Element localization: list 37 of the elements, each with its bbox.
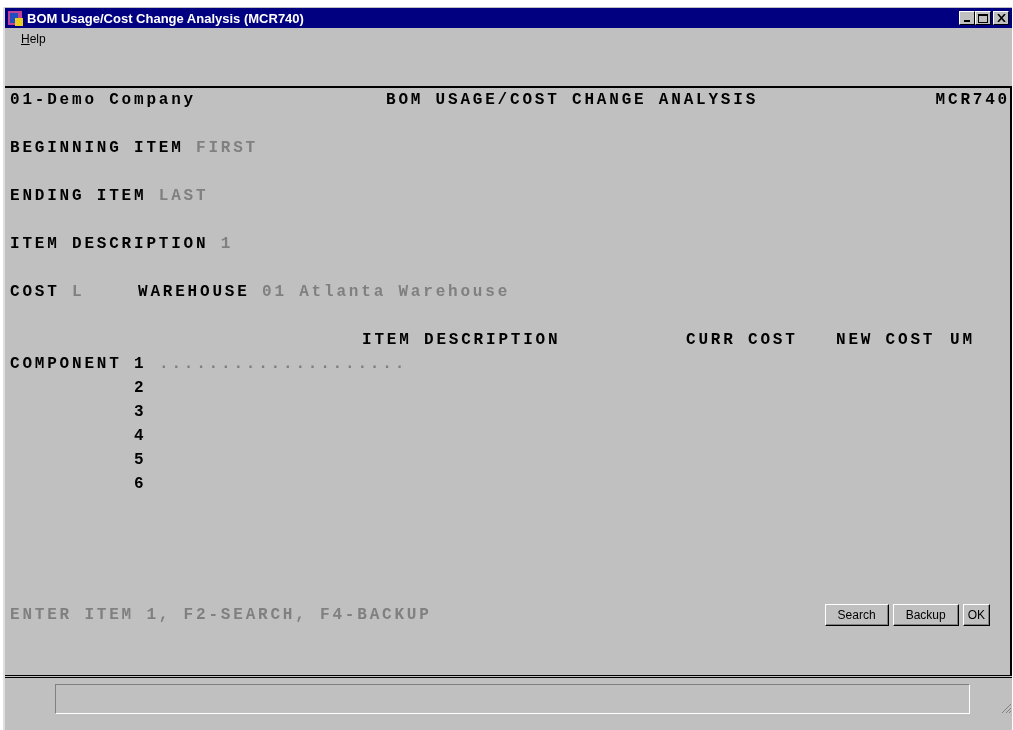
action-button[interactable]: Backup [892,604,959,626]
field-label: COST [10,283,60,301]
field-value: 1 [220,235,234,253]
window-title: BOM Usage/Cost Change Analysis (MCR740) [27,10,305,26]
app-icon [7,10,24,26]
column-header: UM [950,331,976,349]
resize-grip-icon[interactable] [1000,702,1012,714]
close-icon [996,14,1006,22]
menu-item[interactable]: Help [15,32,52,46]
line-number: 2 [134,379,148,397]
field-value: 01 Atlanta Warehouse [262,283,511,301]
field-label: WAREHOUSE [138,283,250,301]
maximize-button[interactable] [975,11,991,25]
column-header: ITEM DESCRIPTION [362,331,562,349]
field-label: BEGINNING ITEM [10,139,184,157]
prompt-message: ENTER ITEM 1, F2-SEARCH, F4-BACKUP [10,606,432,624]
line-number: 3 [134,403,148,421]
line-number: 1 [134,355,148,373]
action-button[interactable]: Search [824,604,889,626]
field-label: ENDING ITEM [10,187,147,205]
line-number: 4 [134,427,148,445]
company-name: 01-Demo Company [10,91,198,109]
field-label: ITEM DESCRIPTION [10,235,209,253]
screen-title: BOM USAGE/COST CHANGE ANALYSIS [386,91,760,109]
field-value: LAST [158,187,209,205]
ok-button[interactable]: OK [962,604,990,626]
close-button[interactable] [993,11,1009,25]
program-code: MCR740 [935,91,1010,109]
field-value: L [72,283,85,301]
line-number: 5 [134,451,148,469]
component-label: COMPONENT [10,355,123,373]
field-value: FIRST [196,139,259,157]
minimize-button[interactable] [959,11,975,25]
line-number: 6 [134,475,148,493]
maximize-icon [978,13,988,23]
column-header: CURR COST [686,331,799,349]
column-header: NEW COST [836,331,937,349]
